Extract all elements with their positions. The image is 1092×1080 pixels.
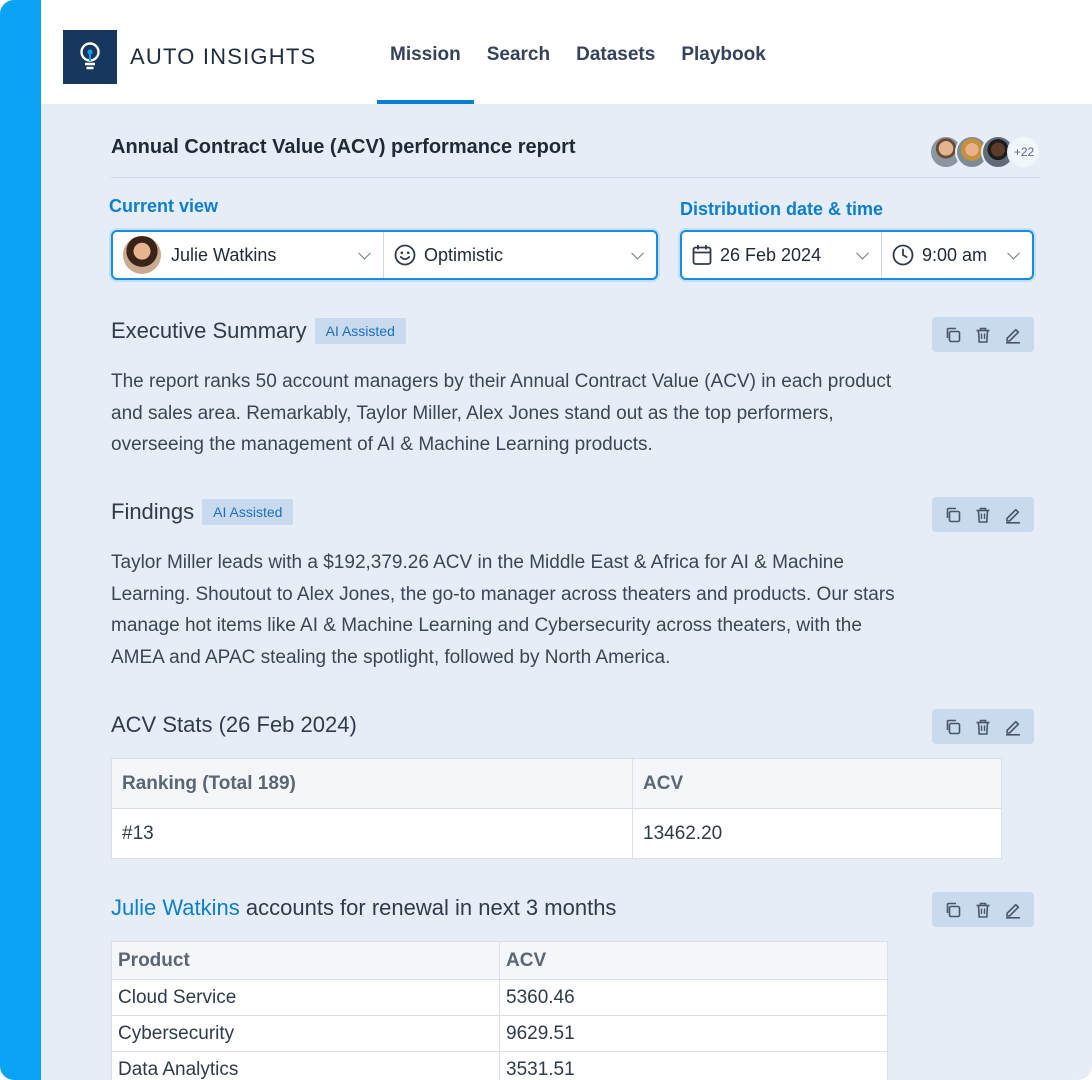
column-header: ACV: [632, 758, 1002, 809]
section-title: Executive Summary: [111, 318, 307, 343]
section-actions: [932, 317, 1034, 352]
chevron-down-icon: [358, 246, 371, 260]
nav-tab-datasets[interactable]: Datasets: [563, 0, 668, 104]
nav-tab-search[interactable]: Search: [474, 0, 563, 104]
lightbulb-icon: [80, 42, 100, 70]
edit-icon[interactable]: [1002, 899, 1024, 921]
table-row: #13 13462.20: [111, 808, 1002, 859]
divider: [111, 177, 1040, 178]
chevron-down-icon: [856, 246, 869, 260]
nav-tab-mission[interactable]: Mission: [377, 0, 474, 104]
ai-assisted-badge: AI Assisted: [202, 499, 294, 525]
copy-icon[interactable]: [942, 324, 964, 346]
table-cell: 9629.51: [499, 1015, 888, 1052]
table-cell: Cybersecurity: [111, 1015, 500, 1052]
collaborator-avatars[interactable]: +22: [929, 135, 1041, 169]
ai-assisted-badge: AI Assisted: [314, 318, 406, 344]
trash-icon[interactable]: [972, 899, 994, 921]
time-select[interactable]: 9:00 am: [881, 232, 1032, 278]
paragraph-line: The report ranks 50 account managers by …: [111, 371, 892, 392]
date-select-value: 26 Feb 2024: [720, 244, 822, 265]
column-header: ACV: [499, 941, 888, 980]
top-header: AUTO INSIGHTS Mission Search Datasets Pl…: [41, 0, 1092, 104]
calendar-icon: [692, 244, 712, 266]
section-title: Findings: [111, 499, 195, 524]
paragraph-line: Taylor Miller leads with a $192,379.26 A…: [111, 552, 844, 573]
distribution-label: Distribution date & time: [680, 199, 884, 219]
trash-icon[interactable]: [972, 324, 994, 346]
paragraph-line: Learning. Shoutout to Alex Jones, the go…: [111, 583, 895, 605]
table-cell: #13: [111, 808, 633, 859]
acv-stats-heading: ACV Stats (26 Feb 2024): [111, 712, 357, 738]
edit-icon[interactable]: [1002, 324, 1024, 346]
table-header-row: Ranking (Total 189) ACV: [111, 758, 1002, 809]
chevron-down-icon: [631, 246, 644, 260]
table-cell: Cloud Service: [111, 979, 500, 1016]
trash-icon[interactable]: [972, 716, 994, 738]
left-accent-bar: [0, 0, 41, 1080]
table-row: Cloud Service 5360.46: [111, 979, 888, 1016]
column-header: Ranking (Total 189): [111, 758, 633, 809]
paragraph-line: and sales area. Remarkably, Taylor Mille…: [111, 402, 834, 424]
copy-icon[interactable]: [942, 504, 964, 526]
section-title: ACV Stats (26 Feb 2024): [111, 712, 357, 737]
current-view-selector: Julie Watkins Optimistic: [111, 230, 658, 280]
app-frame: AUTO INSIGHTS Mission Search Datasets Pl…: [0, 0, 1092, 1080]
time-select-value: 9:00 am: [922, 244, 988, 265]
renewal-user-name: Julie Watkins: [111, 895, 240, 920]
table-row: Cybersecurity 9629.51: [111, 1015, 888, 1052]
trash-icon[interactable]: [972, 504, 994, 526]
current-view-label: Current view: [109, 196, 219, 216]
user-select[interactable]: Julie Watkins: [113, 232, 383, 278]
column-header: Product: [111, 941, 500, 980]
user-select-value: Julie Watkins: [171, 244, 277, 265]
smiley-icon: [394, 244, 416, 266]
brand-name: AUTO INSIGHTS: [130, 44, 317, 69]
table-row: Data Analytics 3531.51: [111, 1051, 888, 1080]
section-title: accounts for renewal in next 3 months: [239, 895, 617, 920]
date-select[interactable]: 26 Feb 2024: [682, 232, 881, 278]
renewals-table: Product ACV Cloud Service 5360.46 Cybers…: [111, 941, 888, 1080]
paragraph-line: AMEA and APAC stealing the spotlight, fo…: [111, 646, 671, 668]
findings-heading: Findings AI Assisted: [111, 499, 294, 525]
table-cell: 3531.51: [499, 1051, 888, 1080]
edit-icon[interactable]: [1002, 716, 1024, 738]
main-nav: Mission Search Datasets Playbook: [377, 0, 779, 104]
chevron-down-icon: [1007, 246, 1020, 260]
avatar: [123, 236, 161, 274]
copy-icon[interactable]: [942, 899, 964, 921]
acv-stats-table: Ranking (Total 189) ACV #13 13462.20: [111, 758, 1002, 859]
paragraph-line: overseeing the management of AI & Machin…: [111, 434, 653, 455]
logo[interactable]: [63, 30, 117, 84]
table-cell: 13462.20: [632, 808, 1002, 859]
executive-summary-text: The report ranks 50 account managers by …: [111, 366, 961, 461]
section-actions: [932, 497, 1034, 532]
more-collaborators-badge[interactable]: +22: [1007, 135, 1041, 169]
renewals-heading: Julie Watkins accounts for renewal in ne…: [111, 895, 616, 921]
clock-icon: [892, 244, 914, 266]
section-actions: [932, 892, 1034, 927]
copy-icon[interactable]: [942, 716, 964, 738]
tone-select-value: Optimistic: [424, 244, 504, 265]
table-cell: Data Analytics: [111, 1051, 500, 1080]
nav-tab-playbook[interactable]: Playbook: [668, 0, 778, 104]
table-header-row: Product ACV: [111, 941, 888, 980]
executive-summary-heading: Executive Summary AI Assisted: [111, 318, 406, 344]
paragraph-line: manage hot items like AI & Machine Learn…: [111, 615, 862, 636]
distribution-selector: 26 Feb 2024 9:00 am: [680, 230, 1034, 280]
section-actions: [932, 709, 1034, 744]
findings-text: Taylor Miller leads with a $192,379.26 A…: [111, 547, 961, 673]
page-title: Annual Contract Value (ACV) performance …: [111, 136, 576, 158]
tone-select[interactable]: Optimistic: [383, 232, 656, 278]
table-cell: 5360.46: [499, 979, 888, 1016]
edit-icon[interactable]: [1002, 504, 1024, 526]
